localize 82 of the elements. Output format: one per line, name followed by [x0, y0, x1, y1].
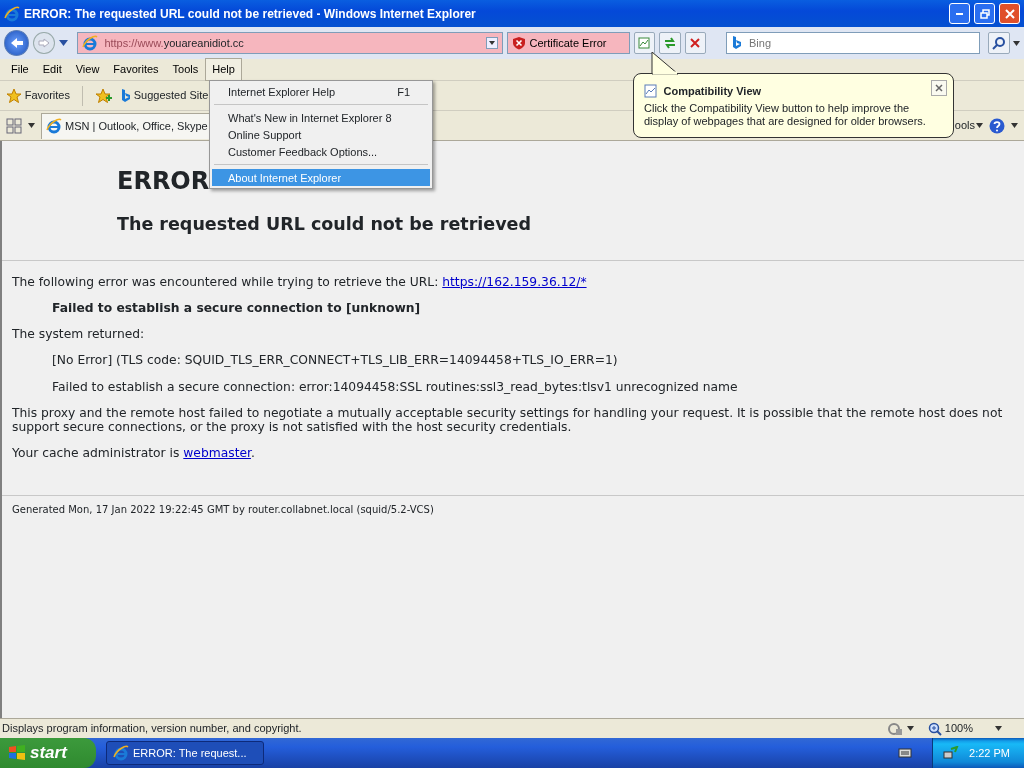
- menu-item[interactable]: What's New in Internet Explorer 8: [212, 109, 430, 126]
- address-field[interactable]: https://www.youareanidiot.cc: [77, 32, 503, 54]
- link[interactable]: webmaster: [183, 446, 251, 460]
- keyboard-icon[interactable]: [898, 747, 913, 759]
- start-button[interactable]: start: [0, 738, 96, 768]
- menu-item[interactable]: Help: [205, 58, 242, 81]
- menu-item[interactable]: Tools: [165, 58, 206, 81]
- back-button[interactable]: [4, 30, 30, 56]
- windows-logo-icon: [8, 744, 26, 762]
- dropdown-caret-icon[interactable]: [28, 123, 35, 128]
- menu-item[interactable]: View: [68, 58, 107, 81]
- error-detail: [No Error] (TLS code: SQUID_TLS_ERR_CONNECT+TLS_LIB_ERR=14094458+TLS_IO_ERR=1): [51, 353, 619, 368]
- menu-item[interactable]: Online Support: [212, 126, 430, 143]
- shield-icon: [511, 36, 526, 50]
- dropdown-caret-icon[interactable]: [485, 37, 498, 49]
- stop-icon: [690, 38, 701, 48]
- back-arrow-icon: [9, 37, 24, 49]
- link[interactable]: https://162.159.36.12/*: [442, 275, 587, 289]
- status-text: Displays program information, version number, and copyright.: [2, 721, 303, 737]
- certificate-error-button[interactable]: Certificate Error: [506, 32, 630, 54]
- paragraph: The following error was encountered while trying to retrieve the URL: https://162.159.36.12/*: [12, 275, 588, 290]
- zoom-icon: [928, 721, 943, 736]
- menu-item[interactable]: Edit: [35, 58, 69, 81]
- search-button[interactable]: [988, 32, 1011, 54]
- bing-icon: [121, 88, 131, 103]
- dropdown-caret-icon[interactable]: [58, 40, 68, 46]
- shortcut-text: F1: [397, 86, 410, 98]
- ie-logo-icon: [46, 118, 62, 134]
- close-icon: [1004, 8, 1015, 19]
- minimize-button[interactable]: [949, 3, 970, 24]
- dropdown-caret-icon[interactable]: [976, 123, 983, 128]
- clock: 2:22 PM: [969, 745, 1010, 761]
- url-text: youareanidiot.cc: [163, 35, 245, 51]
- page-icon: [644, 84, 658, 99]
- menu-item[interactable]: File: [4, 58, 36, 81]
- star-icon: [6, 87, 22, 104]
- window-title: ERROR: The requested URL could not be retrieved - Windows Internet Explorer: [24, 5, 477, 23]
- ie-logo-icon: [113, 745, 129, 761]
- help-icon[interactable]: [989, 117, 1005, 134]
- network-icon[interactable]: [943, 746, 960, 760]
- search-icon: [992, 36, 1007, 50]
- add-favorite-icon[interactable]: [95, 87, 113, 104]
- balloon-text: Click the Compatibility View button to help improve the display of webpages that are designed for older browsers.: [644, 102, 927, 129]
- dropdown-caret-icon[interactable]: [1013, 40, 1020, 46]
- quick-tabs-icon[interactable]: [6, 117, 22, 134]
- footer-text: Generated Mon, 17 Jan 2022 19:22:45 GMT by router.collabnet.local (squid/5.2-VCS): [11, 503, 435, 517]
- dropdown-caret-icon[interactable]: [907, 726, 915, 731]
- stop-button[interactable]: [684, 32, 706, 54]
- dropdown-caret-icon[interactable]: [1011, 123, 1018, 128]
- balloon-title: Compatibility View: [663, 84, 762, 99]
- favorites-button[interactable]: Favorites: [6, 87, 70, 104]
- ie-logo-icon: [4, 5, 20, 22]
- error-heading: ERROR: [117, 167, 210, 196]
- error-message: Failed to establish a secure connection to [unknown]: [51, 301, 422, 316]
- menu-item[interactable]: Internet Explorer Help F1: [212, 83, 430, 100]
- paragraph: The system returned:: [12, 327, 146, 342]
- bing-icon: [732, 36, 742, 50]
- paragraph: This proxy and the remote host failed to negotiate a mutually acceptable security settings for handling your request. It is possible that the remote host does not support secure connections, or the proxy is not satisfied with the host security credentials.: [12, 405, 1004, 434]
- search-field[interactable]: Bing: [726, 32, 980, 54]
- browser-tab[interactable]: MSN | Outlook, Office, Skype: [41, 112, 210, 139]
- page-icon: [638, 37, 651, 49]
- refresh-icon: [662, 36, 677, 50]
- menu-item[interactable]: Customer Feedback Options...: [212, 143, 430, 160]
- page-icon: [82, 35, 99, 51]
- restore-button[interactable]: [974, 3, 995, 24]
- refresh-button[interactable]: [659, 32, 681, 54]
- close-icon: [935, 84, 943, 92]
- dropdown-caret-icon[interactable]: [995, 726, 1002, 731]
- minimize-icon: [956, 12, 963, 15]
- zoom-button[interactable]: 100%: [928, 720, 973, 737]
- compatibility-view-button[interactable]: [633, 32, 655, 54]
- tools-menu-button[interactable]: ools: [954, 117, 975, 134]
- url-prefix: https://www.: [104, 35, 164, 51]
- paragraph: Your cache administrator is webmaster.: [12, 446, 256, 461]
- restore-icon: [979, 8, 990, 19]
- error-detail: Failed to establish a secure connection: error:14094458:SSL routines:ssl3_read_bytes:tlsv1 unrecognized name: [51, 379, 739, 394]
- error-subheading: The requested URL could not be retrieved: [117, 213, 532, 235]
- suggested-sites-link[interactable]: Suggested Site: [121, 87, 209, 104]
- forward-arrow-icon: [38, 38, 51, 48]
- close-button[interactable]: [931, 80, 947, 96]
- taskbar-button[interactable]: ERROR: The request...: [106, 741, 264, 765]
- menu-item[interactable]: Favorites: [106, 58, 166, 81]
